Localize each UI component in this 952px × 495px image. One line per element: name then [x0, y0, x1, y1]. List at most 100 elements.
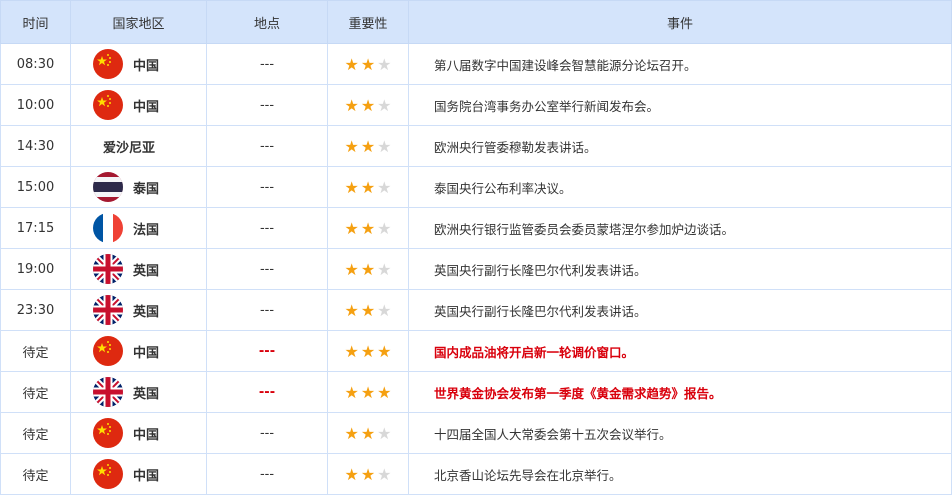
event-time: 待定 [0, 412, 71, 454]
event-location: --- [206, 289, 328, 331]
table-row[interactable]: 15:00 泰国 --- ★ ★ ★ 泰国央行公布利率决议。 [0, 166, 952, 208]
country-name: 中国 [133, 99, 160, 115]
event-description: 北京香山论坛先导会在北京举行。 [408, 453, 952, 495]
importance-stars: ★ ★ ★ [327, 84, 409, 126]
flag-th-icon [93, 172, 123, 202]
event-location: --- [206, 84, 328, 126]
star-icon: ★ [377, 300, 392, 320]
event-description: 欧洲央行管委穆勒发表讲话。 [408, 125, 952, 167]
importance-stars: ★ ★ ★ [327, 166, 409, 208]
star-icon: ★ [377, 95, 392, 115]
star-icon: ★ [360, 177, 376, 197]
flag-uk-icon [93, 254, 123, 284]
star-icon: ★ [360, 218, 376, 238]
header-location: 地点 [206, 0, 328, 44]
event-time: 08:30 [0, 43, 71, 85]
star-icon: ★ [360, 382, 376, 402]
importance-stars: ★ ★ ★ [327, 412, 409, 454]
event-time: 15:00 [0, 166, 71, 208]
event-description: 第八届数字中国建设峰会智慧能源分论坛召开。 [408, 43, 952, 85]
country-cell: 中国 [71, 418, 206, 448]
star-icon: ★ [344, 382, 359, 402]
country-cell: 英国 [71, 295, 206, 325]
star-icon: ★ [377, 177, 392, 197]
event-location: --- [206, 125, 328, 167]
star-icon: ★ [344, 464, 359, 484]
star-icon: ★ [360, 95, 376, 115]
star-icon: ★ [344, 177, 359, 197]
table-row[interactable]: 10:00 中国 --- ★ ★ ★ 国务院台湾事务办公室举行新闻发布会。 [0, 84, 952, 126]
event-description: 十四届全国人大常委会第十五次会议举行。 [408, 412, 952, 454]
star-icon: ★ [360, 136, 376, 156]
header-event: 事件 [408, 0, 952, 44]
header-importance: 重要性 [327, 0, 409, 44]
star-icon: ★ [344, 218, 359, 238]
country-name: 泰国 [133, 181, 160, 197]
importance-stars: ★ ★ ★ [327, 330, 409, 372]
table-row[interactable]: 14:30 爱沙尼亚 --- ★ ★ ★ 欧洲央行管委穆勒发表讲话。 [0, 125, 952, 167]
star-icon: ★ [377, 136, 392, 156]
event-time: 19:00 [0, 248, 71, 290]
event-time: 23:30 [0, 289, 71, 331]
star-icon: ★ [344, 95, 359, 115]
importance-stars: ★ ★ ★ [327, 371, 409, 413]
country-name: 法国 [133, 222, 160, 238]
event-description: 国务院台湾事务办公室举行新闻发布会。 [408, 84, 952, 126]
star-icon: ★ [360, 464, 376, 484]
event-location: --- [206, 371, 328, 413]
header-time: 时间 [0, 0, 71, 44]
star-icon: ★ [344, 300, 359, 320]
event-time: 14:30 [0, 125, 71, 167]
event-location: --- [206, 43, 328, 85]
country-cell: 中国 [71, 90, 206, 120]
importance-stars: ★ ★ ★ [327, 248, 409, 290]
table-row[interactable]: 19:00 英国 --- ★ ★ ★ 英国央行副行长隆巴尔代利发表讲话。 [0, 248, 952, 290]
event-location: --- [206, 166, 328, 208]
table-row[interactable]: 23:30 英国 --- ★ ★ ★ 英国央行副行长隆巴尔代利发表讲话。 [0, 289, 952, 331]
country-name: 中国 [133, 468, 160, 484]
event-description: 英国央行副行长隆巴尔代利发表讲话。 [408, 289, 952, 331]
star-icon: ★ [344, 259, 359, 279]
country-name: 英国 [133, 386, 160, 402]
importance-stars: ★ ★ ★ [327, 43, 409, 85]
country-name: 英国 [133, 263, 160, 279]
star-icon: ★ [344, 423, 359, 443]
importance-stars: ★ ★ ★ [327, 453, 409, 495]
country-name: 中国 [133, 345, 160, 361]
event-location: --- [206, 330, 328, 372]
table-header: 时间 国家地区 地点 重要性 事件 [0, 0, 952, 44]
country-name: 爱沙尼亚 [103, 140, 156, 156]
star-icon: ★ [360, 259, 376, 279]
flag-cn-icon [93, 90, 123, 120]
star-icon: ★ [377, 464, 392, 484]
table-row[interactable]: 08:30 中国 --- ★ ★ ★ 第八届数字中国建设峰会智慧能源分论坛召开。 [0, 43, 952, 85]
star-icon: ★ [377, 259, 392, 279]
event-time: 待定 [0, 330, 71, 372]
header-country: 国家地区 [70, 0, 207, 44]
star-icon: ★ [344, 341, 359, 361]
star-icon: ★ [377, 382, 392, 402]
event-description: 欧洲央行银行监管委员会委员蒙塔涅尔参加炉边谈话。 [408, 207, 952, 249]
table-row[interactable]: 待定 中国 --- ★ ★ ★ 十四届全国人大常委会第十五次会议举行。 [0, 412, 952, 454]
star-icon: ★ [344, 136, 359, 156]
calendar-table: 时间 国家地区 地点 重要性 事件 08:30 中国 --- ★ ★ ★ 第八届数字… [0, 0, 952, 495]
table-row[interactable]: 待定 英国 --- ★ ★ ★ 世界黄金协会发布第一季度《黄金需求趋势》报告。 [0, 371, 952, 413]
star-icon: ★ [360, 341, 376, 361]
event-location: --- [206, 207, 328, 249]
star-icon: ★ [377, 218, 392, 238]
event-time: 17:15 [0, 207, 71, 249]
star-icon: ★ [377, 54, 392, 74]
country-cell: 泰国 [71, 172, 206, 202]
table-row[interactable]: 待定 中国 --- ★ ★ ★ 国内成品油将开启新一轮调价窗口。 [0, 330, 952, 372]
table-row[interactable]: 17:15 法国 --- ★ ★ ★ 欧洲央行银行监管委员会委员蒙塔涅尔参加炉边谈话… [0, 207, 952, 249]
importance-stars: ★ ★ ★ [327, 207, 409, 249]
country-cell: 英国 [71, 377, 206, 407]
country-cell: 中国 [71, 459, 206, 489]
country-cell: 中国 [71, 49, 206, 79]
country-cell: 英国 [71, 254, 206, 284]
event-location: --- [206, 412, 328, 454]
table-row[interactable]: 待定 中国 --- ★ ★ ★ 北京香山论坛先导会在北京举行。 [0, 453, 952, 495]
event-description: 泰国央行公布利率决议。 [408, 166, 952, 208]
star-icon: ★ [360, 300, 376, 320]
country-name: 英国 [133, 304, 160, 320]
